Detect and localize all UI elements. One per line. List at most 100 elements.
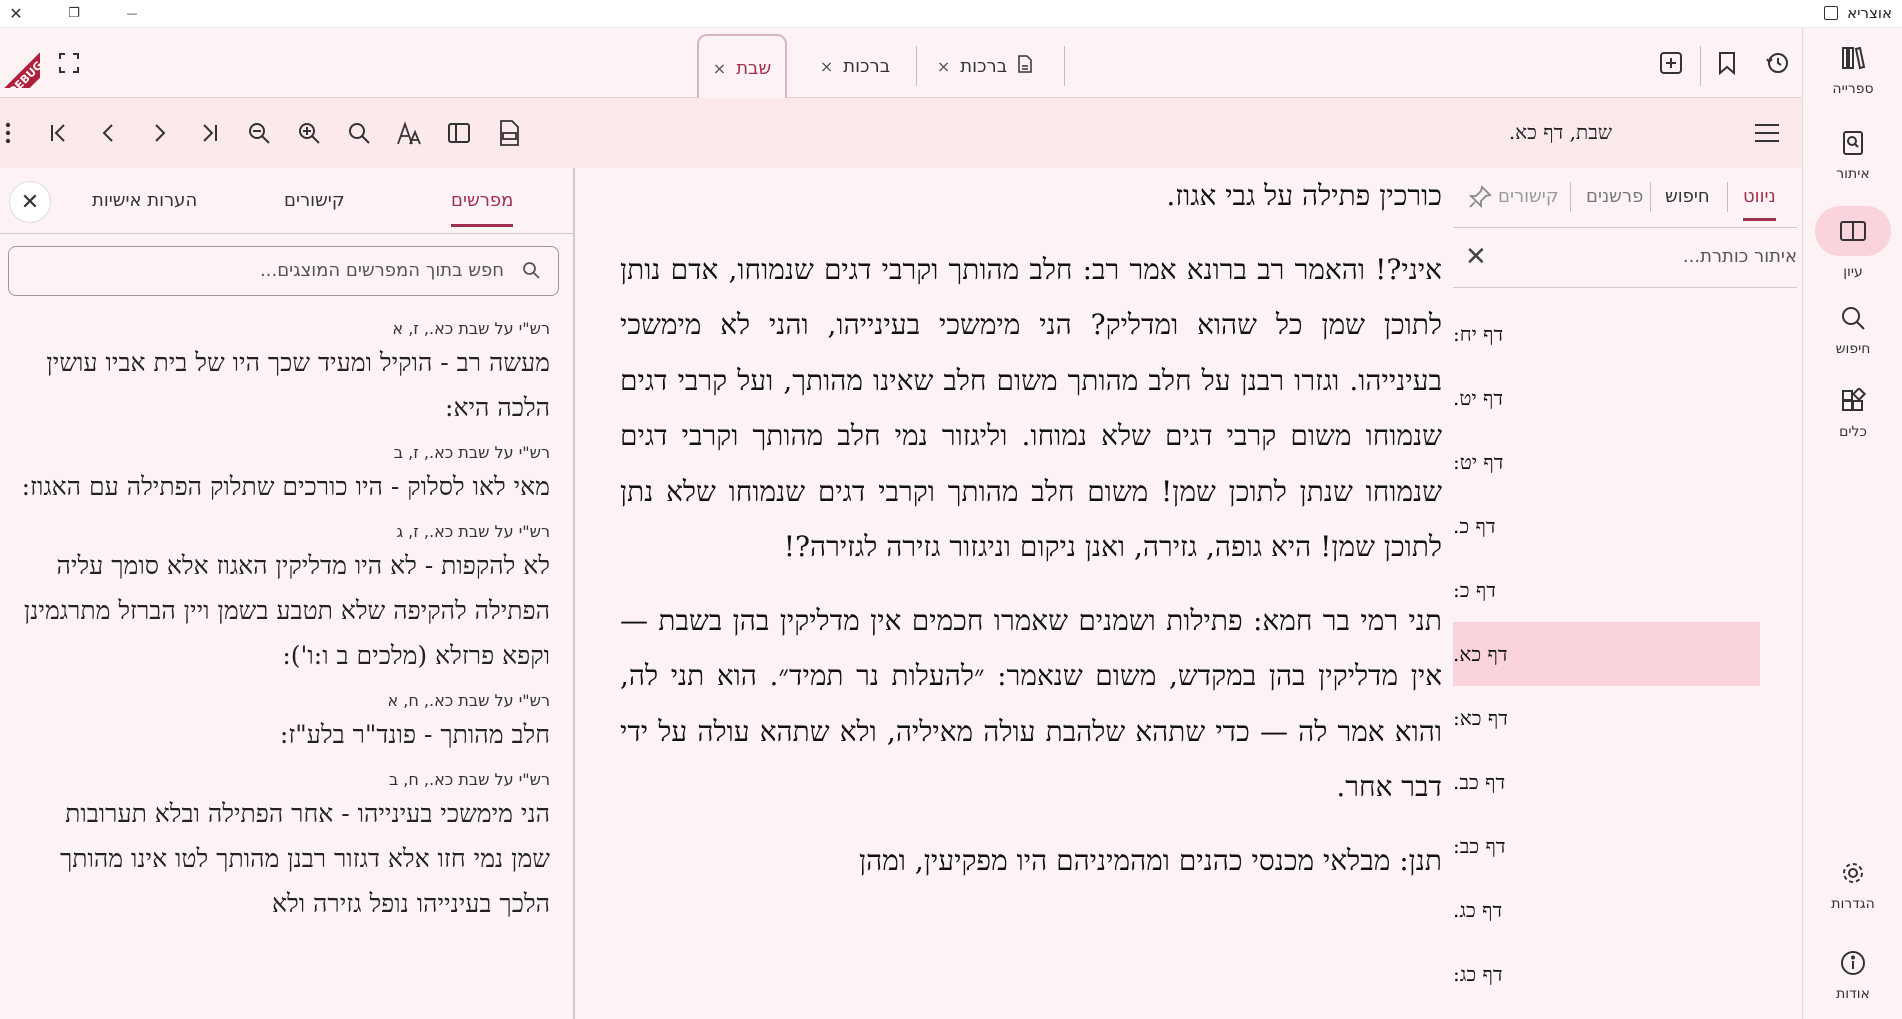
book-open-icon bbox=[1815, 206, 1891, 256]
zoom-in-icon[interactable] bbox=[294, 118, 324, 148]
commentary-item[interactable]: רש"י על שבת כא., ז, א מעשה רב - הוקיל ומ… bbox=[20, 318, 550, 430]
sidebar-item-label: עיון bbox=[1843, 264, 1863, 280]
tab-label: שבת bbox=[736, 57, 772, 79]
next-icon[interactable] bbox=[144, 118, 174, 148]
commentary-item[interactable]: רש"י על שבת כא., ז, ג לא להקפות - לא היו… bbox=[20, 521, 550, 678]
list-item[interactable]: דף כ. bbox=[1453, 494, 1760, 558]
sidebar-item-tools[interactable]: כלים bbox=[1803, 386, 1902, 440]
filter-placeholder: איתור כותרת... bbox=[1682, 246, 1797, 267]
menu-icon[interactable] bbox=[1752, 118, 1782, 148]
list-item[interactable]: דף כג: bbox=[1453, 942, 1760, 1006]
tab-divider bbox=[1727, 182, 1728, 212]
text-paragraph: תנן: מבלאי מכנסי כהנים ומהמיניהם היו מפק… bbox=[858, 843, 1442, 877]
sidebar-item-search[interactable]: חיפוש bbox=[1803, 303, 1902, 357]
tab-search[interactable]: חיפוש bbox=[1665, 186, 1710, 207]
search-icon[interactable] bbox=[344, 118, 374, 148]
list-item[interactable]: דף יט: bbox=[1453, 430, 1760, 494]
list-item[interactable]: דף יח: bbox=[1453, 302, 1760, 366]
info-icon bbox=[1838, 948, 1868, 978]
close-window-button[interactable]: ✕ bbox=[6, 4, 26, 24]
text-paragraph: תני רמי בר חמא: פתילות ושמנים שאמרו חכמי… bbox=[620, 603, 1442, 804]
more-vert-icon[interactable] bbox=[0, 118, 16, 148]
previous-icon[interactable] bbox=[94, 118, 124, 148]
split-view-icon[interactable] bbox=[444, 118, 474, 148]
tab-shabbat[interactable]: שבת × bbox=[697, 34, 787, 100]
sidebar-item-label: הגדרות bbox=[1831, 896, 1875, 912]
panel-divider[interactable] bbox=[573, 168, 575, 1019]
text-paragraph: איני?! והאמר רב ברונא אמר רב: חלב מהותך … bbox=[620, 252, 1442, 564]
reader-title: שבת, דף כא. bbox=[1508, 120, 1612, 144]
tab-close-icon[interactable]: × bbox=[820, 57, 833, 76]
list-item[interactable]: דף כג. bbox=[1453, 878, 1760, 942]
main-text: כורכין פתילה על גבי אגוז. איני?! והאמר ר… bbox=[620, 168, 1442, 1019]
commentary-item[interactable]: רש"י על שבת כא., ח, א חלב מהותך - פונד"ר… bbox=[20, 690, 550, 757]
commentary-list: רש"י על שבת כא., ז, א מעשה רב - הוקיל ומ… bbox=[20, 318, 550, 938]
title-filter-input[interactable]: איתור כותרת... ✕ bbox=[1453, 228, 1797, 288]
list-item[interactable]: דף כב: bbox=[1453, 814, 1760, 878]
font-settings-icon[interactable] bbox=[394, 118, 424, 148]
sidebar: ספרייה איתור עיון חיפוש כלים הגדרות אודו… bbox=[1802, 28, 1902, 1019]
pin-icon[interactable] bbox=[1465, 182, 1495, 212]
clear-filter-icon[interactable]: ✕ bbox=[1465, 242, 1487, 272]
list-item[interactable]: דף יט. bbox=[1453, 366, 1760, 430]
tools-icon bbox=[1838, 386, 1868, 416]
commentary-source: רש"י על שבת כא., ז, ב bbox=[393, 443, 550, 462]
tab-close-icon[interactable]: × bbox=[713, 59, 726, 78]
tabs-bar: DEBUG שבת × ברכות × ברכות × bbox=[0, 28, 1802, 100]
first-page-icon[interactable] bbox=[44, 118, 74, 148]
sidebar-item-label: כלים bbox=[1839, 424, 1867, 440]
commentary-source: רש"י על שבת כא., ח, ב bbox=[388, 770, 550, 789]
search-placeholder: חפש בתוך המפרשים המוצגים... bbox=[260, 260, 504, 281]
fullscreen-icon[interactable] bbox=[54, 48, 84, 78]
pdf-icon[interactable] bbox=[494, 118, 524, 148]
list-item[interactable]: דף כב. bbox=[1453, 750, 1760, 814]
sidebar-item-about[interactable]: אודות bbox=[1803, 948, 1902, 1002]
settings-icon bbox=[1838, 858, 1868, 888]
sidebar-item-find-ref[interactable]: איתור bbox=[1803, 128, 1902, 182]
commentary-search-input[interactable]: חפש בתוך המפרשים המוצגים... bbox=[8, 246, 559, 296]
last-page-icon[interactable] bbox=[194, 118, 224, 148]
bookmark-icon[interactable] bbox=[1712, 48, 1742, 78]
find-ref-icon bbox=[1838, 128, 1868, 158]
commentary-panel: ✕ הערות אישיות קישורים מפרשים חפש בתוך ה… bbox=[0, 168, 573, 1019]
history-icon[interactable] bbox=[1762, 48, 1792, 78]
tab-divider bbox=[916, 46, 917, 86]
debug-banner-text: DEBUG bbox=[0, 44, 40, 88]
commentary-item[interactable]: רש"י על שבת כא., ז, ב מאי לאו לסלוק - הי… bbox=[20, 442, 550, 509]
tab-commentators[interactable]: מפרשים bbox=[451, 190, 514, 227]
sidebar-item-settings[interactable]: הגדרות bbox=[1803, 858, 1902, 912]
commentary-item[interactable]: רש"י על שבת כא., ח, ב הני מימשכי בעינייה… bbox=[20, 769, 550, 926]
app-title-text: אוצריא bbox=[1847, 4, 1892, 22]
tab-links[interactable]: קישורים bbox=[1498, 186, 1559, 207]
debug-banner: DEBUG bbox=[0, 28, 40, 88]
reader-toolbar: שבת, דף כא. bbox=[0, 98, 1802, 168]
tab-divider bbox=[1570, 182, 1571, 212]
tab-close-icon[interactable]: × bbox=[937, 57, 950, 76]
close-panel-button[interactable]: ✕ bbox=[9, 181, 51, 223]
add-tab-icon[interactable] bbox=[1656, 48, 1686, 78]
commentary-source: רש"י על שבת כא., ח, א bbox=[387, 691, 550, 710]
page-list: דף יח: דף יט. דף יט: דף כ. דף כ: דף כא. … bbox=[1453, 302, 1760, 1006]
sidebar-item-label: חיפוש bbox=[1835, 341, 1871, 357]
list-item[interactable]: דף כ: bbox=[1453, 558, 1760, 622]
tab-navigation[interactable]: ניווט bbox=[1743, 186, 1776, 221]
tab-commentators[interactable]: פרשנים bbox=[1586, 186, 1643, 207]
tab-links[interactable]: קישורים bbox=[284, 190, 345, 211]
commentary-text: חלב מהותך - פונד"ר בלע"ז: bbox=[279, 720, 550, 749]
commentary-source: רש"י על שבת כא., ז, ג bbox=[396, 522, 551, 541]
zoom-out-icon[interactable] bbox=[244, 118, 274, 148]
navigation-tabs: קישורים פרשנים חיפוש ניווט bbox=[1453, 168, 1797, 228]
minimize-window-button[interactable]: — bbox=[122, 4, 142, 24]
sidebar-item-library[interactable]: ספרייה bbox=[1803, 43, 1902, 97]
tab-personal-notes[interactable]: הערות אישיות bbox=[92, 190, 197, 211]
list-item[interactable]: דף כא: bbox=[1453, 686, 1760, 750]
tab-brachot-2[interactable]: ברכות × bbox=[930, 34, 1040, 98]
list-item-selected[interactable]: דף כא. bbox=[1453, 622, 1760, 686]
commentary-tabs: ✕ הערות אישיות קישורים מפרשים bbox=[0, 168, 573, 234]
toolbar-divider bbox=[1700, 46, 1701, 86]
tab-brachot-1[interactable]: ברכות × bbox=[810, 34, 900, 98]
app-logo-icon bbox=[1824, 6, 1839, 20]
commentary-text: הני מימשכי בעינייהו - אחר הפתילה ובלא תע… bbox=[59, 799, 550, 918]
sidebar-item-study[interactable]: עיון bbox=[1803, 206, 1902, 280]
restore-window-button[interactable]: ❐ bbox=[64, 4, 84, 24]
